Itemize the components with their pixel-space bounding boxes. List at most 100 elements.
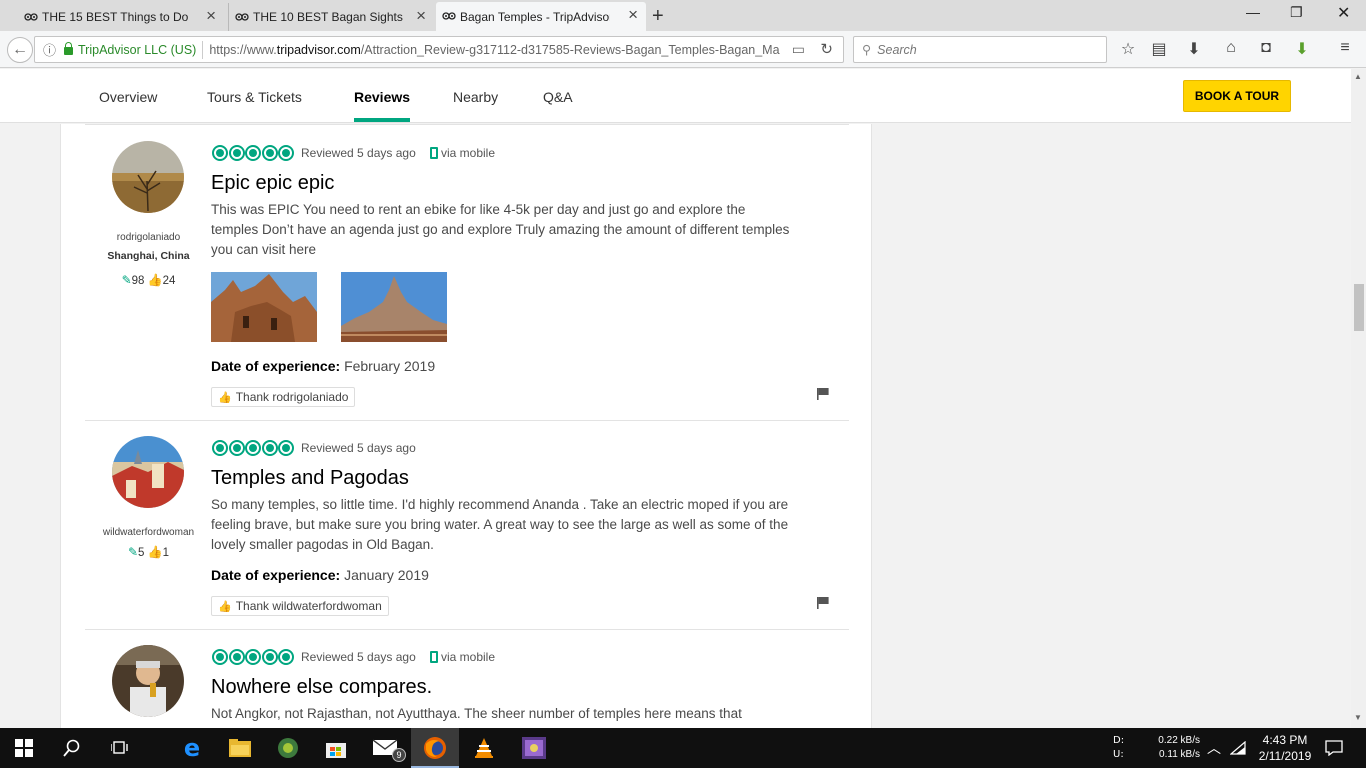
minimize-icon[interactable]: — [1246,4,1260,20]
review-photo[interactable] [341,272,447,342]
notifications-icon[interactable] [1325,740,1343,756]
wifi-icon[interactable] [1230,741,1246,755]
tab-title: THE 10 BEST Bagan Sights ... [253,10,403,24]
via-mobile: via mobile [430,146,495,160]
divider [85,629,849,630]
rating-bubbles [212,145,295,161]
android-studio-icon [278,738,298,758]
avatar[interactable] [112,436,184,508]
folder-icon [229,739,251,757]
close-tab-icon[interactable]: × [206,7,216,24]
mail-badge: 9 [392,748,406,762]
reader-view-icon[interactable]: ▭ [792,41,805,58]
tab-qa[interactable]: Q&A [543,89,573,105]
thumbs-up-icon: 👍 [218,601,232,613]
back-arrow-icon: ← [12,41,28,58]
extension-download-icon[interactable]: ⬇ [1292,39,1312,59]
reviews-panel: rodrigolaniado Shanghai, China ✎98 👍24 R… [60,124,872,728]
avatar[interactable] [112,141,184,213]
start-button[interactable] [0,728,48,768]
page-scrollbar[interactable]: ▲ ▼ [1351,69,1366,728]
search-input[interactable]: ⚲ Search [853,36,1107,63]
tripadvisor-owl-icon [442,12,456,20]
scroll-down-icon[interactable]: ▼ [1354,713,1362,722]
browser-tab[interactable]: THE 10 BEST Bagan Sights ... × [228,3,434,31]
search-placeholder: Search [877,42,917,57]
reviewer-location: Shanghai, China [107,250,190,262]
reviewer-stats: ✎5 👍1 [91,545,206,559]
helpful-votes-icon: 👍 [147,545,163,559]
system-clock[interactable]: 4:43 PM 2/11/2019 [1250,732,1320,764]
url-text[interactable]: https://www.tripadvisor.com/Attraction_R… [209,43,787,57]
tripadvisor-owl-icon [24,13,38,21]
tab-overview[interactable]: Overview [99,89,157,105]
tab-tours-tickets[interactable]: Tours & Tickets [207,89,302,105]
close-tab-icon[interactable]: × [628,6,638,23]
reviewer-stats: ✎98 👍24 [91,273,206,287]
review-body: So many temples, so little time. I'd hig… [211,497,789,552]
review-title[interactable]: Nowhere else compares. [211,676,432,699]
report-flag-icon[interactable] [817,597,829,609]
firefox-icon [424,737,446,759]
taskbar-app-firefox[interactable] [411,728,459,768]
pocket-icon[interactable]: ◘ [1256,39,1276,57]
book-a-tour-button[interactable]: BOOK A TOUR [1183,80,1291,112]
address-bar[interactable]: ⓘ TripAdvisor LLC (US) https://www.tripa… [34,36,844,63]
report-flag-icon[interactable] [817,388,829,400]
tab-title: THE 15 BEST Things to Do i... [42,10,192,24]
divider [85,124,849,125]
taskbar-app-store[interactable] [312,728,360,768]
review-title[interactable]: Epic epic epic [211,172,334,195]
thank-reviewer-button[interactable]: 👍 Thank wildwaterfordwoman [211,596,389,616]
taskbar-app-vlc[interactable] [460,728,508,768]
review-title[interactable]: Temples and Pagodas [211,467,409,490]
info-icon[interactable]: ⓘ [43,40,56,59]
task-view-icon [111,741,128,754]
close-tab-icon[interactable]: × [416,7,426,24]
review-body: This was EPIC You need to rent an ebike … [211,202,790,257]
contributions-count: 98 [131,275,145,287]
contributions-icon: ✎ [121,273,132,287]
thank-reviewer-button[interactable]: 👍 Thank rodrigolaniado [211,387,356,407]
browser-tab[interactable]: THE 15 BEST Things to Do i... × [18,3,224,31]
review-photo[interactable] [211,272,317,342]
helpful-votes-icon: 👍 [147,273,163,287]
taskbar-app-file-explorer[interactable] [216,728,264,768]
vlc-icon [475,738,493,758]
browser-tab-active[interactable]: Bagan Temples - TripAdvisor × [436,2,646,31]
taskbar-app-edge[interactable]: e [168,728,216,768]
task-view-button[interactable] [96,728,144,768]
windows-taskbar: e 9 D: U: 0.22 kB/s 0.11 kB/s ︿ 4:43 PM 2… [0,728,1366,768]
library-icon[interactable]: ▤ [1149,39,1169,59]
reviewer-name[interactable]: rodrigolaniado [91,232,206,243]
bookmark-star-icon[interactable]: ☆ [1118,39,1138,59]
scroll-up-icon[interactable]: ▲ [1354,72,1362,81]
menu-icon[interactable]: ≡ [1335,39,1355,57]
download-icon[interactable]: ⬇ [1184,39,1204,59]
scrollbar-thumb[interactable] [1354,284,1364,331]
reload-icon[interactable]: ↻ [820,40,833,58]
home-icon[interactable]: ⌂ [1221,39,1241,57]
date-of-experience: Date of experience: February 2019 [211,358,436,374]
contributions-icon: ✎ [127,545,139,559]
tab-reviews[interactable]: Reviews [354,89,411,122]
taskbar-app-emulator[interactable] [510,728,558,768]
site-identity[interactable]: TripAdvisor LLC (US) [78,43,196,57]
tab-nearby[interactable]: Nearby [453,89,498,105]
close-window-icon[interactable]: ✕ [1337,3,1350,23]
chevron-up-icon[interactable]: ︿ [1207,738,1221,758]
avatar[interactable] [112,645,184,717]
divider [85,420,849,421]
review-date: Reviewed 5 days ago [301,146,416,160]
date-of-experience: Date of experience: January 2019 [211,567,429,583]
divider [202,40,204,59]
taskbar-app-android-studio[interactable] [264,728,312,768]
taskbar-app-mail[interactable]: 9 [362,728,410,768]
review-date: Reviewed 5 days ago [301,650,416,664]
back-button[interactable]: ← [7,37,33,63]
reviewer-name[interactable]: wildwaterfordwoman [91,527,206,538]
new-tab-button[interactable]: + [652,5,664,28]
search-taskbar-button[interactable] [48,728,96,768]
review-date: Reviewed 5 days ago [301,441,416,455]
restore-icon[interactable]: ❐ [1290,4,1303,21]
